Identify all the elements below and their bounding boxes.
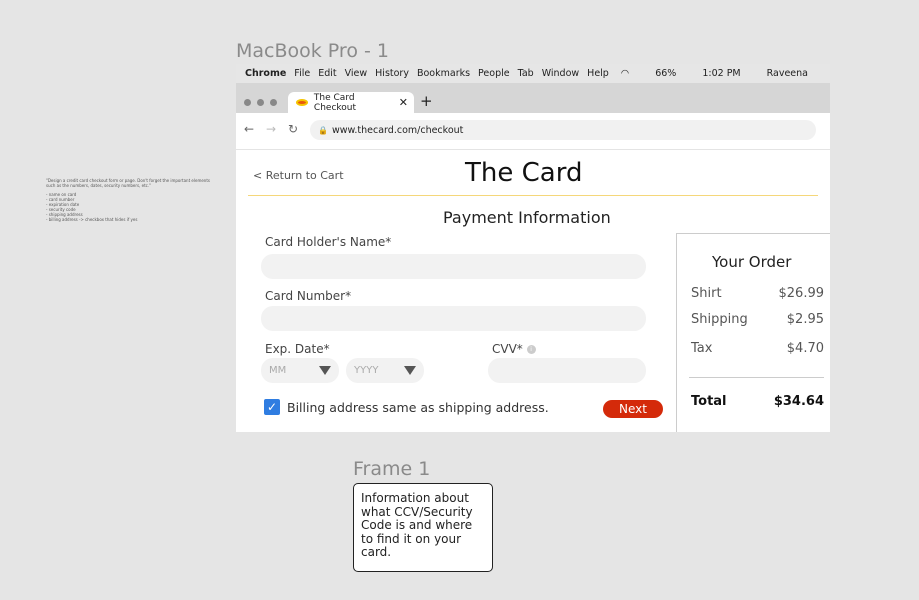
header-divider: [248, 195, 818, 196]
dropdown-arrow-icon: [319, 366, 331, 375]
order-line: Shipping $2.95: [691, 312, 824, 327]
minimize-window-button[interactable]: [257, 99, 264, 106]
url-input[interactable]: 🔒 www.thecard.com/checkout: [310, 120, 816, 140]
tab-title: The Card Checkout: [313, 92, 357, 113]
order-divider: [689, 377, 824, 378]
order-line: Tax $4.70: [691, 341, 824, 356]
menu-bar: Chrome File Edit View History Bookmarks …: [236, 64, 830, 83]
menu-app[interactable]: Chrome: [245, 68, 286, 79]
order-line: Shirt $26.99: [691, 286, 824, 301]
next-button[interactable]: Next: [603, 400, 663, 418]
return-to-cart-link[interactable]: < Return to Cart: [253, 169, 344, 182]
design-note: "Design a credit card checkout form or p…: [46, 178, 211, 222]
info-icon[interactable]: i: [526, 345, 536, 354]
cvv-input[interactable]: [488, 358, 646, 383]
card-holder-input[interactable]: [261, 254, 646, 279]
menu-bookmarks[interactable]: Bookmarks: [417, 68, 470, 79]
section-title: Payment Information: [443, 208, 611, 227]
forward-arrow-icon[interactable]: →: [266, 122, 276, 136]
card-holder-label: Card Holder's Name*: [265, 235, 392, 249]
billing-same-label: Billing address same as shipping address…: [287, 400, 549, 415]
billing-same-checkbox[interactable]: ✓: [264, 399, 280, 415]
menu-people[interactable]: People: [478, 68, 510, 79]
order-total: Total $34.64: [691, 394, 824, 409]
favicon-icon: [296, 99, 308, 106]
battery-status: 66%: [655, 68, 677, 79]
reload-icon[interactable]: ↻: [288, 122, 298, 136]
lock-icon: 🔒: [318, 125, 328, 135]
tab-bar: The Card Checkout ✕ +: [236, 83, 830, 113]
cvv-label: CVV* i: [492, 342, 536, 356]
menu-view[interactable]: View: [345, 68, 368, 79]
new-tab-icon[interactable]: +: [420, 92, 433, 110]
menu-tab[interactable]: Tab: [518, 68, 534, 79]
macbook-frame: Chrome File Edit View History Bookmarks …: [236, 64, 830, 432]
dropdown-arrow-icon: [404, 366, 416, 375]
url-text: www.thecard.com/checkout: [331, 124, 464, 136]
menu-window[interactable]: Window: [542, 68, 579, 79]
cvv-info-tooltip: Information about what CCV/Security Code…: [353, 483, 493, 572]
card-number-label: Card Number*: [265, 289, 352, 303]
year-select[interactable]: YYYY: [346, 358, 424, 383]
frame-title: MacBook Pro - 1: [236, 40, 389, 62]
tab-the-card-checkout[interactable]: The Card Checkout ✕: [288, 92, 414, 113]
order-title: Your Order: [712, 253, 792, 271]
order-summary: Your Order Shirt $26.99 Shipping $2.95 Tax…: [676, 233, 830, 432]
menu-edit[interactable]: Edit: [318, 68, 336, 79]
close-window-button[interactable]: [244, 99, 251, 106]
close-tab-icon[interactable]: ✕: [399, 96, 408, 109]
month-select[interactable]: MM: [261, 358, 339, 383]
address-bar-row: ← → ↻ 🔒 www.thecard.com/checkout: [236, 113, 830, 150]
clock: 1:02 PM: [702, 68, 741, 79]
menu-file[interactable]: File: [294, 68, 310, 79]
menu-help[interactable]: Help: [587, 68, 609, 79]
note-item: - billing address -> checkbox that hides…: [46, 217, 138, 222]
user-name: Raveena: [766, 68, 808, 79]
exp-date-label: Exp. Date*: [265, 342, 330, 356]
frame2-title: Frame 1: [353, 458, 431, 480]
menu-history[interactable]: History: [375, 68, 409, 79]
card-number-input[interactable]: [261, 306, 646, 331]
year-placeholder: YYYY: [354, 365, 379, 376]
note-prompt: "Design a credit card checkout form or p…: [46, 178, 210, 188]
wifi-icon[interactable]: ◠: [621, 68, 629, 79]
month-placeholder: MM: [269, 365, 287, 376]
brand-logo: The Card: [465, 158, 583, 188]
back-arrow-icon[interactable]: ←: [244, 122, 254, 136]
zoom-window-button[interactable]: [270, 99, 277, 106]
